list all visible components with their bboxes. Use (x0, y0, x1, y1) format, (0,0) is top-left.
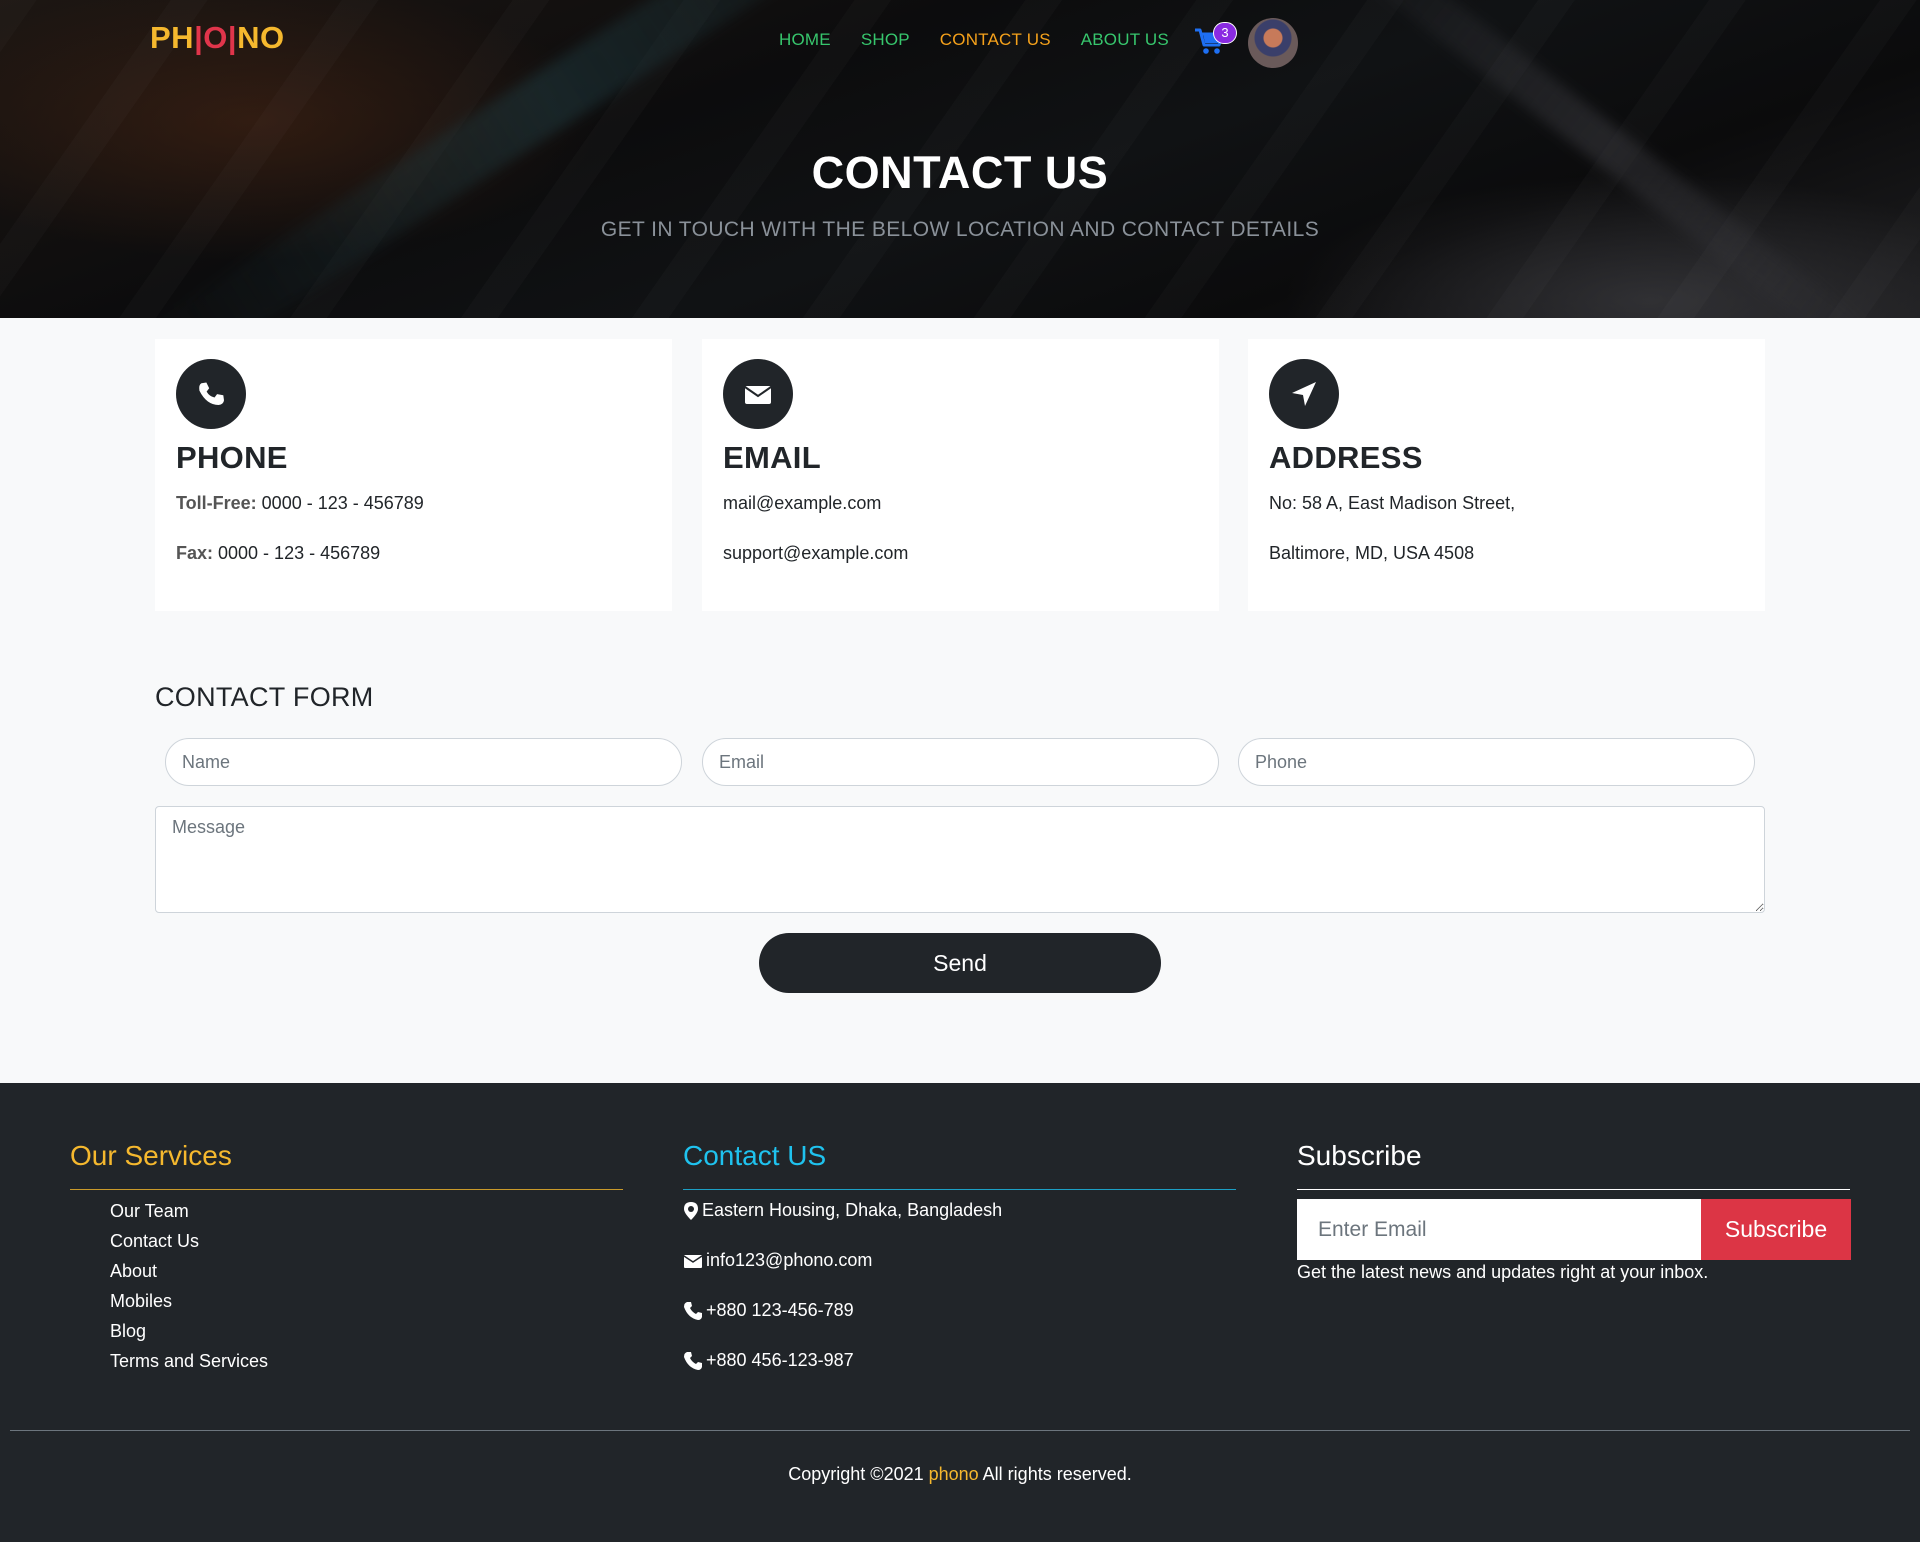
logo-text: O (203, 20, 228, 55)
subscribe-button[interactable]: Subscribe (1701, 1199, 1851, 1260)
main-nav: HOME SHOP CONTACT US ABOUT US (779, 30, 1199, 50)
footer-email: info123@phono.com (683, 1250, 872, 1271)
copyright-suffix: All rights reserved. (978, 1464, 1132, 1484)
toll-free-line: Toll-Free: 0000 - 123 - 456789 (176, 493, 424, 514)
logo-text: | (227, 20, 238, 55)
contact-divider (683, 1189, 1236, 1190)
footer-link-about[interactable]: About (110, 1261, 157, 1282)
message-textarea[interactable] (155, 806, 1765, 913)
envelope-icon (683, 1254, 703, 1268)
email-line-2: support@example.com (723, 543, 909, 563)
footer-link-mobiles[interactable]: Mobiles (110, 1291, 172, 1312)
footer-link-blog[interactable]: Blog (110, 1321, 146, 1342)
fax-line: Fax: 0000 - 123 - 456789 (176, 543, 380, 564)
logo-text: NO (237, 20, 285, 55)
subscribe-note: Get the latest news and updates right at… (1297, 1262, 1709, 1282)
phone-input[interactable] (1238, 738, 1755, 786)
page-subtitle: GET IN TOUCH WITH THE BELOW LOCATION AND… (600, 218, 1320, 241)
nav-about-us[interactable]: ABOUT US (1081, 30, 1169, 50)
contact-title: Contact US (683, 1140, 827, 1171)
address-line-1: No: 58 A, East Madison Street, (1269, 493, 1516, 513)
address-card: ADDRESS No: 58 A, East Madison Street, B… (1248, 339, 1765, 611)
footer-address-text: Eastern Housing, Dhaka, Bangladesh (702, 1200, 1003, 1220)
footer-link-our-team[interactable]: Our Team (110, 1201, 189, 1222)
email-input[interactable] (702, 738, 1219, 786)
contact-form-title: CONTACT FORM (155, 682, 374, 712)
copyright-brand-link[interactable]: phono (929, 1464, 979, 1484)
location-arrow-icon (1269, 359, 1339, 429)
footer-phone-2: +880 456-123-987 (683, 1350, 854, 1371)
phone-icon (684, 1351, 702, 1370)
logo-text: PH (150, 20, 195, 55)
name-input[interactable] (165, 738, 682, 786)
footer-link-contact-us[interactable]: Contact Us (110, 1231, 199, 1252)
phone-icon (176, 359, 246, 429)
toll-free-value: 0000 - 123 - 456789 (256, 493, 424, 513)
toll-free-label: Toll-Free: (176, 493, 257, 513)
map-marker-icon (684, 1201, 698, 1220)
copyright: Copyright ©2021 phono All rights reserve… (0, 1464, 1920, 1485)
address-line-2: Baltimore, MD, USA 4508 (1269, 543, 1475, 563)
email-card: EMAIL mail@example.com support@example.c… (702, 339, 1219, 611)
send-button[interactable]: Send (759, 933, 1161, 993)
logo-text: | (194, 20, 204, 55)
user-avatar[interactable] (1248, 18, 1298, 68)
footer-address: Eastern Housing, Dhaka, Bangladesh (683, 1200, 1002, 1221)
footer-phone-2-text: +880 456-123-987 (706, 1350, 854, 1370)
nav-contact-us[interactable]: CONTACT US (940, 30, 1051, 50)
footer-phone-1: +880 123-456-789 (683, 1300, 854, 1321)
nav-home[interactable]: HOME (779, 30, 831, 50)
subscribe-title: Subscribe (1297, 1140, 1422, 1171)
phone-card: PHONE Toll-Free: 0000 - 123 - 456789 Fax… (155, 339, 672, 611)
services-title: Our Services (70, 1140, 232, 1171)
phone-icon (684, 1301, 702, 1320)
cart-count-badge: 3 (1213, 22, 1237, 44)
nav-shop[interactable]: SHOP (861, 30, 910, 50)
subscribe-email-input[interactable] (1297, 1199, 1701, 1260)
subscribe-divider (1297, 1189, 1850, 1190)
footer-phone-1-text: +880 123-456-789 (706, 1300, 854, 1320)
footer-link-terms[interactable]: Terms and Services (110, 1351, 268, 1372)
brand-logo[interactable]: PH|O|NO (150, 20, 285, 56)
footer-email-text: info123@phono.com (706, 1250, 873, 1270)
copyright-prefix: Copyright ©2021 (788, 1464, 929, 1484)
fax-value: 0000 - 123 - 456789 (213, 543, 381, 563)
card-title: EMAIL (723, 440, 821, 475)
services-divider (70, 1189, 623, 1190)
fax-label: Fax: (176, 543, 214, 563)
envelope-icon (723, 359, 793, 429)
page-title: CONTACT US (811, 147, 1109, 198)
footer-divider (10, 1430, 1910, 1431)
card-title: PHONE (176, 440, 288, 475)
email-line-1: mail@example.com (723, 493, 882, 513)
card-title: ADDRESS (1269, 440, 1423, 475)
